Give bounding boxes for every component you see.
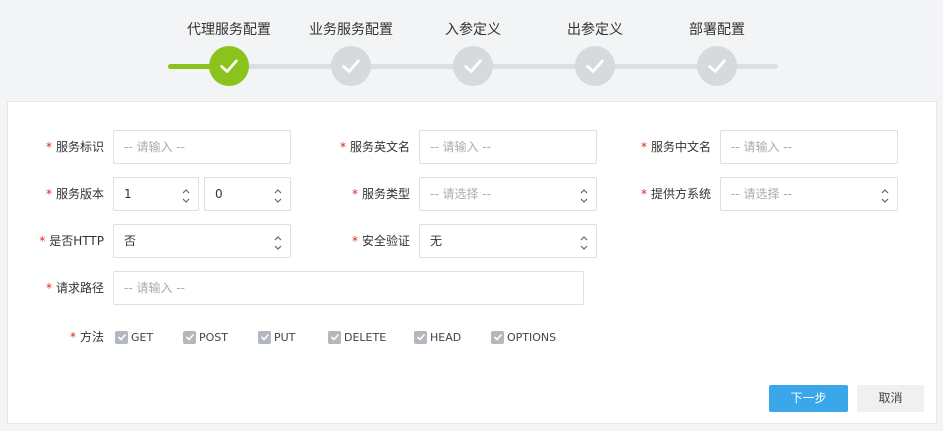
form-panel: * 服务标识 -- 请输入 -- * 服务英文名 -- 请输入 -- * 服务中文名 …	[7, 101, 937, 424]
method-options-checkbox[interactable]: OPTIONS	[491, 327, 556, 347]
select-arrows-icon	[274, 232, 282, 250]
select-arrows-icon	[580, 232, 588, 250]
step-input-params[interactable]: 入参定义	[413, 20, 533, 90]
step-business-service-config[interactable]: 业务服务配置	[291, 20, 411, 90]
method-delete-checkbox[interactable]: DELETE	[328, 327, 386, 347]
service-version-minor-stepper[interactable]: 0	[204, 177, 291, 211]
form-row-1: * 服务标识 -- 请输入 -- * 服务英文名 -- 请输入 -- * 服务中文名 …	[8, 130, 936, 164]
request-path-label: * 请求路径	[45, 281, 104, 295]
request-path-input[interactable]: -- 请输入 --	[113, 271, 584, 305]
step-deploy-config[interactable]: 部署配置	[657, 20, 777, 90]
checkbox-checked-icon	[491, 330, 504, 344]
methods-label: * 方法	[69, 330, 104, 344]
check-icon	[209, 46, 249, 86]
checkbox-checked-icon	[258, 330, 271, 344]
service-id-label: * 服务标识	[45, 140, 104, 154]
check-icon	[697, 46, 737, 86]
form-row-4: * 请求路径 -- 请输入 --	[8, 271, 936, 305]
check-icon	[453, 46, 493, 86]
step-label: 入参定义	[445, 22, 501, 38]
select-arrows-icon	[580, 185, 588, 203]
method-head-checkbox[interactable]: HEAD	[414, 327, 461, 347]
stepper-arrows-icon[interactable]	[182, 185, 190, 203]
stepper-arrows-icon[interactable]	[274, 185, 282, 203]
cancel-button[interactable]: 取消	[857, 385, 924, 412]
wizard-steps: 代理服务配置 业务服务配置 入参定义 出参定义 部署配置	[0, 0, 943, 100]
next-step-button[interactable]: 下一步	[769, 385, 848, 412]
form-row-2: * 服务版本 1 0 * 服务类型 -- 请选择 -- * 提供方系统 -- 请选择 …	[8, 177, 936, 211]
is-http-label: * 是否HTTP	[39, 234, 104, 248]
form-row-methods: * 方法 GET POST PUT DELETE HEAD OPTIONS	[8, 327, 936, 347]
is-http-select[interactable]: 否	[113, 224, 291, 258]
step-label: 部署配置	[689, 22, 745, 38]
service-en-name-input[interactable]: -- 请输入 --	[419, 130, 597, 164]
service-id-input[interactable]: -- 请输入 --	[113, 130, 291, 164]
step-proxy-service-config[interactable]: 代理服务配置	[169, 20, 289, 90]
step-label: 业务服务配置	[309, 22, 393, 38]
checkbox-checked-icon	[328, 330, 341, 344]
step-label: 出参定义	[567, 22, 623, 38]
service-cn-name-label: * 服务中文名	[640, 140, 711, 154]
service-type-select[interactable]: -- 请选择 --	[419, 177, 597, 211]
service-cn-name-input[interactable]: -- 请输入 --	[720, 130, 898, 164]
method-put-checkbox[interactable]: PUT	[258, 327, 295, 347]
method-get-checkbox[interactable]: GET	[115, 327, 153, 347]
check-icon	[575, 46, 615, 86]
checkbox-checked-icon	[115, 330, 128, 344]
provider-system-select[interactable]: -- 请选择 --	[720, 177, 898, 211]
check-icon	[331, 46, 371, 86]
step-label: 代理服务配置	[187, 22, 271, 38]
service-version-major-stepper[interactable]: 1	[113, 177, 199, 211]
provider-system-label: * 提供方系统	[640, 187, 711, 201]
security-auth-label: * 安全验证	[351, 234, 410, 248]
method-post-checkbox[interactable]: POST	[183, 327, 228, 347]
form-row-3: * 是否HTTP 否 * 安全验证 无	[8, 224, 936, 258]
security-auth-select[interactable]: 无	[419, 224, 597, 258]
service-type-label: * 服务类型	[351, 187, 410, 201]
service-en-name-label: * 服务英文名	[339, 140, 410, 154]
checkbox-checked-icon	[183, 330, 196, 344]
service-version-label: * 服务版本	[45, 187, 104, 201]
step-output-params[interactable]: 出参定义	[535, 20, 655, 90]
checkbox-checked-icon	[414, 330, 427, 344]
select-arrows-icon	[881, 185, 889, 203]
